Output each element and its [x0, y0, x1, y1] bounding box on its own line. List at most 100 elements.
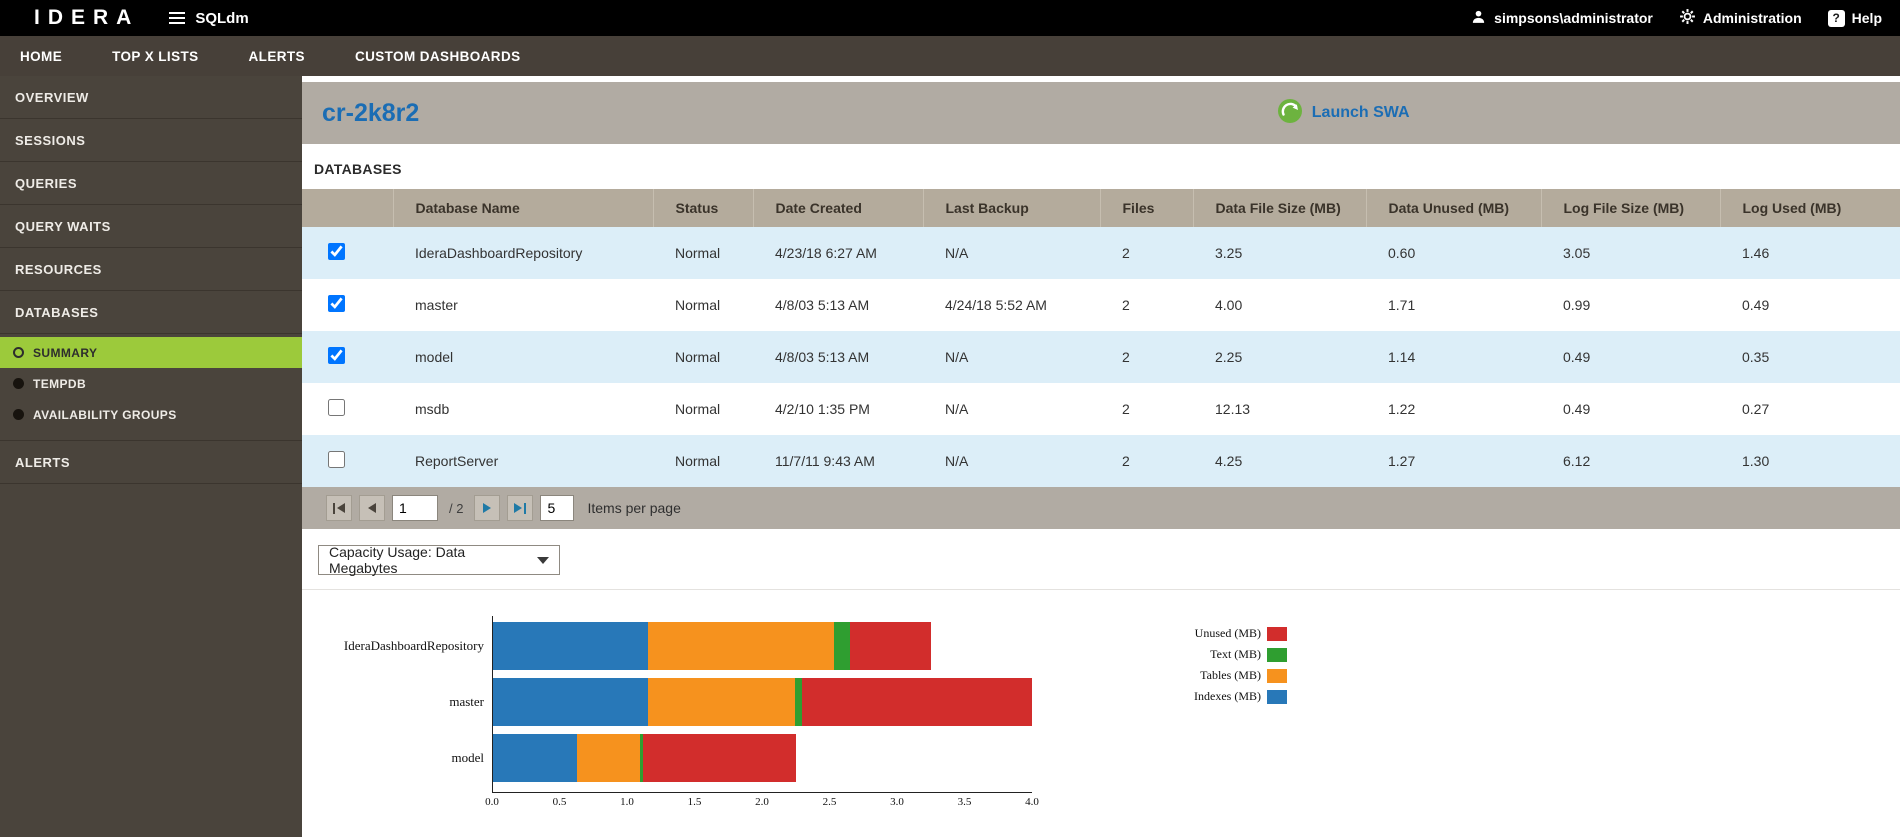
sidebar-item-databases[interactable]: DATABASES [0, 291, 302, 334]
chart-controls: Capacity Usage: Data Megabytes [302, 529, 1900, 590]
cell-data-unused: 1.14 [1388, 349, 1416, 365]
chart-bar [493, 622, 1032, 670]
sidebar-item-query-waits[interactable]: QUERY WAITS [0, 205, 302, 248]
launch-swa-button[interactable]: Launch SWA [1277, 98, 1410, 129]
table-row[interactable]: ReportServer Normal 11/7/11 9:43 AM N/A … [302, 435, 1900, 487]
legend-item: Text (MB) [1194, 647, 1287, 662]
first-page-button[interactable] [326, 495, 352, 521]
help-label: Help [1851, 10, 1882, 26]
x-tick-label: 4.0 [1025, 796, 1039, 808]
row-checkbox[interactable] [328, 295, 345, 312]
bar-segment-tables-mb [576, 734, 640, 782]
row-checkbox[interactable] [328, 399, 345, 416]
nav-item-custom-dashboards[interactable]: CUSTOM DASHBOARDS [330, 36, 546, 76]
select-column-header [302, 189, 393, 227]
nav-item-top-x-lists[interactable]: TOP X LISTS [87, 36, 223, 76]
cell-files: 2 [1122, 349, 1130, 365]
sidebar-item-queries[interactable]: QUERIES [0, 162, 302, 205]
col-database-name[interactable]: Database Name [392, 189, 653, 227]
chart-x-axis: 0.0 0.5 1.0 1.5 2.0 2.5 3.0 3.5 4.0 [485, 793, 1039, 811]
cell-log-file-size: 0.49 [1563, 349, 1591, 365]
chart-labels: IderaDashboardRepository master model [314, 616, 492, 793]
x-tick-label: 1.5 [687, 796, 702, 808]
user-menu[interactable]: simpsons\administrator [1470, 8, 1653, 28]
row-checkbox[interactable] [328, 347, 345, 364]
capacity-usage-selected: Capacity Usage: Data Megabytes [329, 544, 466, 576]
cell-log-file-size: 6.12 [1563, 453, 1591, 469]
cell-date-created: 4/8/03 5:13 AM [775, 349, 870, 365]
radio-icon [13, 409, 24, 420]
nav-item-home[interactable]: HOME [0, 36, 87, 76]
x-tick-label: 3.5 [957, 796, 972, 808]
row-checkbox[interactable] [328, 451, 345, 468]
col-log-file-size[interactable]: Log File Size (MB) [1540, 189, 1720, 227]
server-name: cr-2k8r2 [322, 98, 420, 127]
bar-segment-indexes-mb [493, 622, 648, 670]
page-number-input[interactable] [392, 495, 438, 521]
cell-data-unused: 0.60 [1388, 245, 1416, 261]
cell-data-file-size: 12.13 [1215, 401, 1251, 417]
help-icon: ? [1827, 9, 1845, 27]
app-name: SQLdm [195, 9, 249, 27]
cell-status: Normal [675, 297, 721, 313]
cell-files: 2 [1122, 453, 1130, 469]
databases-table: Database Name Status Date Created Last B… [302, 189, 1900, 487]
cell-files: 2 [1122, 297, 1130, 313]
bar-segment-text-mb [833, 622, 851, 670]
table-row[interactable]: msdb Normal 4/2/10 1:35 PM N/A 2 12.13 1… [302, 383, 1900, 435]
col-date-created[interactable]: Date Created [752, 189, 923, 227]
table-row[interactable]: master Normal 4/8/03 5:13 AM 4/24/18 5:5… [302, 279, 1900, 331]
table-row[interactable]: IderaDashboardRepository Normal 4/23/18 … [302, 227, 1900, 279]
sidebar-item-overview[interactable]: OVERVIEW [0, 76, 302, 119]
cell-last-backup: N/A [945, 245, 969, 261]
x-tick-label: 3.0 [890, 796, 904, 808]
col-data-file-size[interactable]: Data File Size (MB) [1192, 189, 1366, 227]
row-checkbox[interactable] [328, 243, 345, 260]
cell-date-created: 11/7/11 9:43 AM [775, 453, 875, 469]
cell-data-file-size: 4.00 [1215, 297, 1243, 313]
col-files[interactable]: Files [1099, 189, 1193, 227]
capacity-chart: IderaDashboardRepository master model 0.0 0… [314, 616, 1900, 811]
sidebar-item-sessions[interactable]: SESSIONS [0, 119, 302, 162]
menu-icon[interactable] [169, 12, 186, 24]
bar-segment-unused-mb [642, 734, 797, 782]
cell-log-used: 1.30 [1742, 453, 1770, 469]
cell-log-file-size: 3.05 [1563, 245, 1591, 261]
legend-item: Tables (MB) [1194, 668, 1287, 683]
table-row[interactable]: model Normal 4/8/03 5:13 AM N/A 2 2.25 1… [302, 331, 1900, 383]
chart-category-label: master [449, 694, 484, 709]
sidebar-item-resources[interactable]: RESOURCES [0, 248, 302, 291]
table-header-row: Database Name Status Date Created Last B… [302, 189, 1900, 227]
col-last-backup[interactable]: Last Backup [922, 189, 1100, 227]
col-log-used[interactable]: Log Used (MB) [1719, 189, 1900, 227]
col-status[interactable]: Status [652, 189, 753, 227]
sidebar-item-alerts[interactable]: ALERTS [0, 441, 302, 484]
bar-segment-tables-mb [647, 622, 834, 670]
cell-database-name: IderaDashboardRepository [415, 245, 583, 261]
last-page-button[interactable] [507, 495, 534, 521]
main-nav: HOME TOP X LISTS ALERTS CUSTOM DASHBOARD… [0, 36, 1900, 76]
chart-category-label: IderaDashboardRepository [343, 638, 484, 653]
next-page-button[interactable] [474, 495, 501, 521]
topbar-right: simpsons\administrator Administration ? … [1444, 8, 1900, 28]
gear-icon [1679, 8, 1696, 28]
cell-data-unused: 1.22 [1388, 401, 1416, 417]
administration-button[interactable]: Administration [1679, 8, 1802, 28]
capacity-usage-dropdown[interactable]: Capacity Usage: Data Megabytes [318, 544, 560, 576]
cell-date-created: 4/8/03 5:13 AM [775, 297, 870, 313]
nav-item-alerts[interactable]: ALERTS [224, 36, 330, 76]
cell-last-backup: N/A [945, 349, 969, 365]
previous-page-button[interactable] [359, 495, 385, 521]
col-data-unused[interactable]: Data Unused (MB) [1365, 189, 1541, 227]
cell-last-backup: 4/24/18 5:52 AM [945, 297, 1047, 313]
sidebar-item-tempdb[interactable]: TEMPDB [0, 368, 302, 399]
chart-bars [492, 616, 1032, 793]
items-per-page-input[interactable] [540, 495, 575, 521]
sidebar-item-summary[interactable]: SUMMARY [0, 337, 302, 368]
cell-database-name: msdb [415, 401, 450, 417]
cell-data-file-size: 3.25 [1215, 245, 1243, 261]
sidebar-item-availability-groups[interactable]: AVAILABILITY GROUPS [0, 399, 302, 430]
cell-files: 2 [1122, 245, 1130, 261]
help-button[interactable]: ? Help [1827, 9, 1882, 27]
x-tick-label: 1.0 [620, 796, 634, 808]
